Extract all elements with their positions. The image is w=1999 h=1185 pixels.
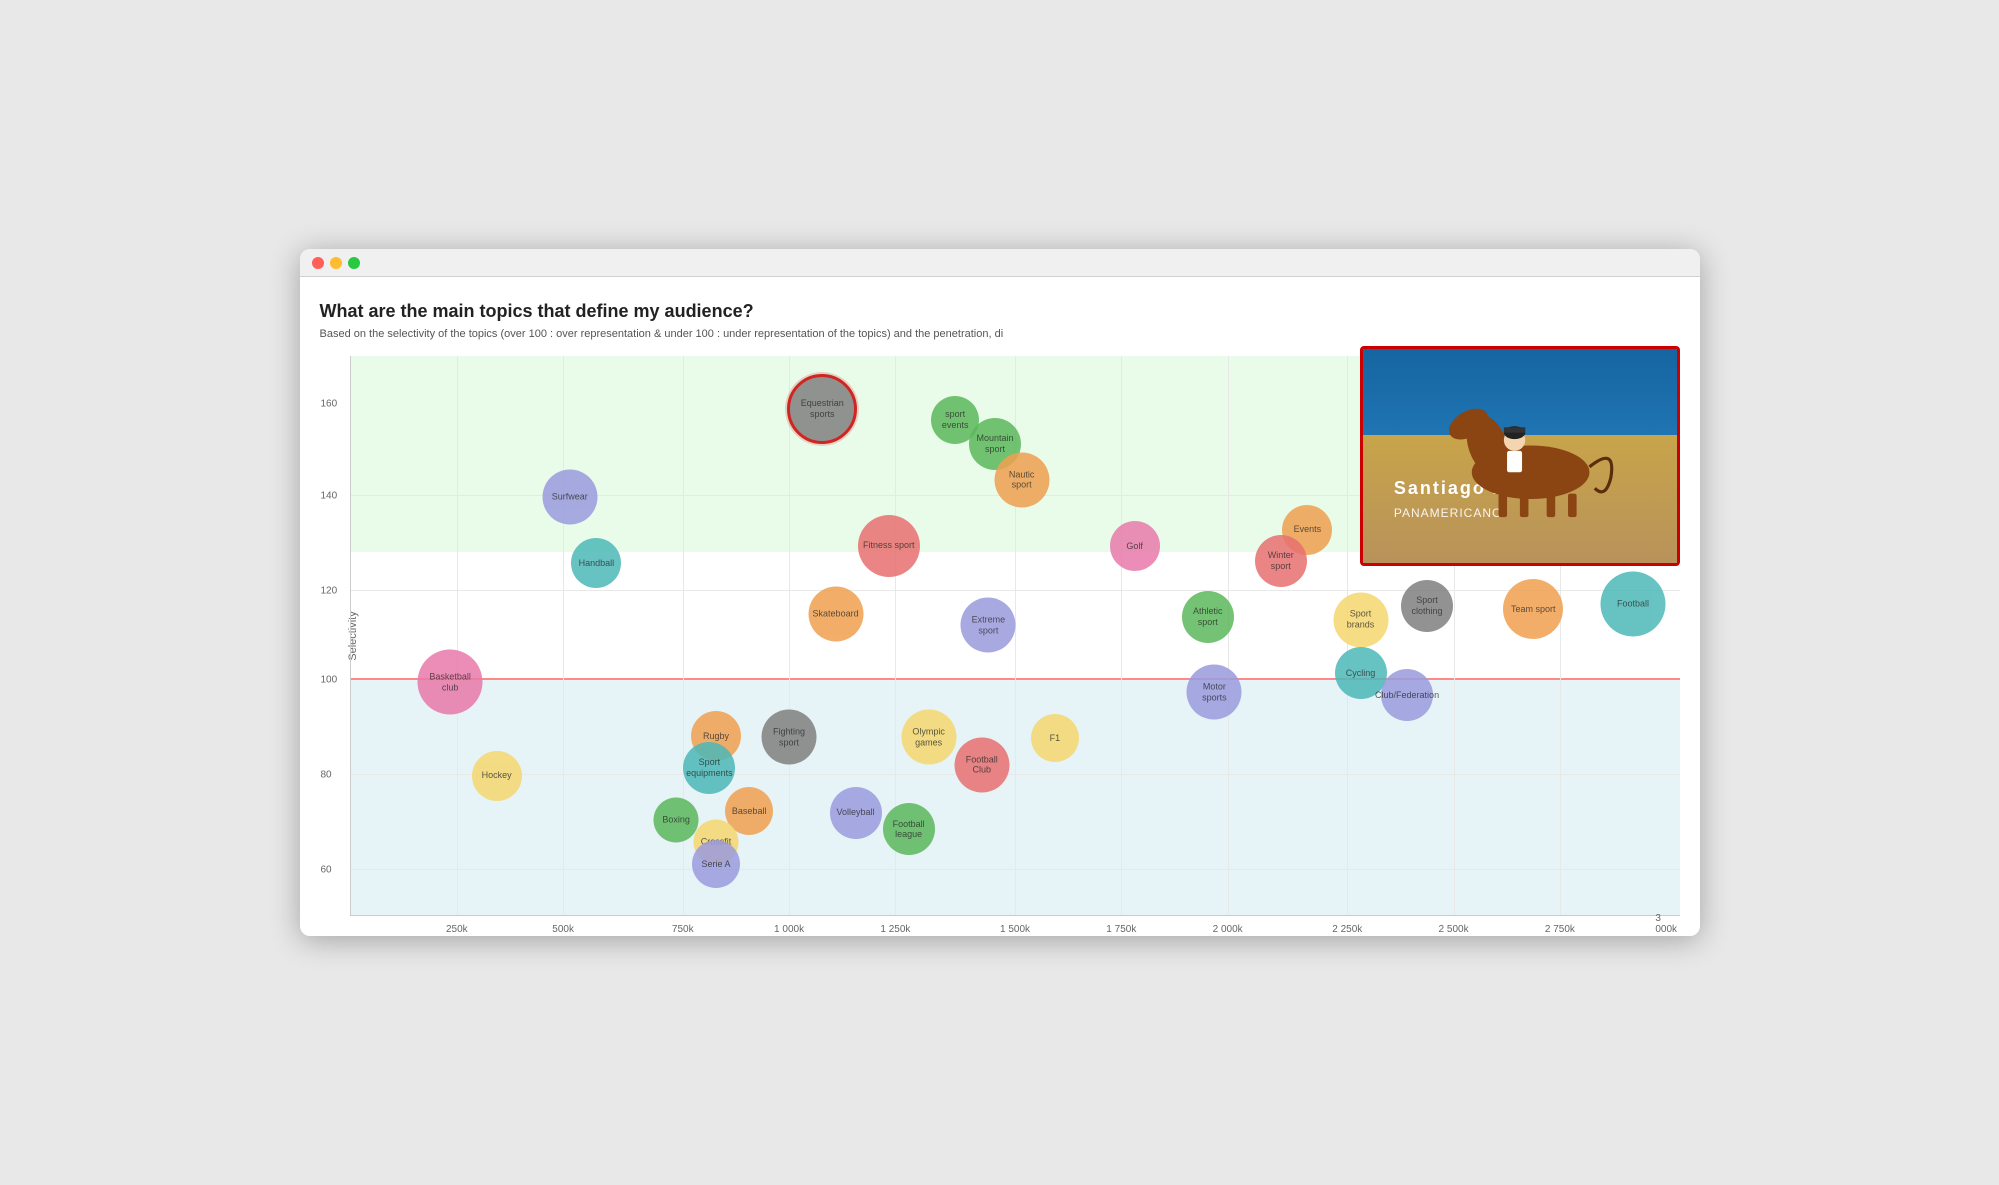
bubble-football-league[interactable]: Football league [883,803,935,855]
x-tick-2000: 2 000k [1213,924,1243,935]
bubble-extreme-sport[interactable]: Extreme sport [961,598,1016,653]
bubble-motor-sports[interactable]: Motor sports [1187,665,1242,720]
bubble-club-federation[interactable]: Club/Federation [1381,669,1433,721]
bubble-sport-brands[interactable]: Sport brands [1333,592,1388,647]
app-window: What are the main topics that define my … [300,249,1700,936]
bubble-fighting-sport[interactable]: Fighting sport [762,710,817,765]
chart-container: Santiago 20 PANAMERICANO [320,356,1680,916]
bubble-nautic-sport[interactable]: Nautic sport [994,452,1049,507]
x-tick-250: 250k [446,924,468,935]
x-tick-3000: 3 000k [1655,913,1677,935]
x-tick-2500: 2 500k [1439,924,1469,935]
x-tick-1250: 1 250k [880,924,910,935]
y-tick-60: 60 [321,865,332,876]
bubble-f1[interactable]: F1 [1031,714,1079,762]
x-tick-1500: 1 500k [1000,924,1030,935]
y-tick-140: 140 [321,490,338,501]
titlebar [300,249,1700,277]
bubble-boxing[interactable]: Boxing [654,797,699,842]
y-tick-120: 120 [321,585,338,596]
page-subtitle: Based on the selectivity of the topics (… [320,328,1680,340]
bubble-golf[interactable]: Golf [1110,521,1160,571]
minimize-button[interactable] [330,257,342,269]
close-button[interactable] [312,257,324,269]
x-tick-500: 500k [552,924,574,935]
bubble-basketball-club[interactable]: Basketball club [418,650,483,715]
bubble-equestrian-sports[interactable]: Equestrian sports [787,374,857,444]
x-tick-1750: 1 750k [1106,924,1136,935]
y-tick-80: 80 [321,770,332,781]
bubble-serie-a[interactable]: Serie A [692,840,740,888]
x-tick-750: 750k [672,924,694,935]
page-title: What are the main topics that define my … [320,301,1680,322]
traffic-lights [312,257,360,269]
bubble-team-sport[interactable]: Team sport [1503,579,1563,639]
x-tick-2250: 2 250k [1332,924,1362,935]
x-tick-1000: 1 000k [774,924,804,935]
bubble-fitness-sport[interactable]: Fitness sport [858,515,920,577]
bubble-sport-clothing[interactable]: Sport clothing [1401,580,1453,632]
y-tick-160: 160 [321,398,338,409]
maximize-button[interactable] [348,257,360,269]
bubble-volleyball[interactable]: Volleyball [830,787,882,839]
main-content: What are the main topics that define my … [300,277,1700,936]
bubble-surfwear[interactable]: Surfwear [542,469,597,524]
bubble-handball[interactable]: Handball [571,538,621,588]
bubble-athletic-sport[interactable]: Athletic sport [1182,591,1234,643]
bubble-hockey[interactable]: Hockey [472,751,522,801]
bubble-football-club[interactable]: Football Club [954,737,1009,792]
bubble-football[interactable]: Football [1600,572,1665,637]
x-tick-2750: 2 750k [1545,924,1575,935]
header: What are the main topics that define my … [320,301,1680,340]
bubble-skateboard[interactable]: Skateboard [808,587,863,642]
y-tick-100: 100 [321,675,338,686]
horse-svg [1410,392,1630,520]
horse-image: Santiago 20 PANAMERICANO [1360,346,1680,566]
bubble-olympic-games[interactable]: Olympic games [901,710,956,765]
bubble-winter-sport[interactable]: Winter sport [1255,535,1307,587]
bubble-sport-equipments[interactable]: Sport equipments [683,742,735,794]
